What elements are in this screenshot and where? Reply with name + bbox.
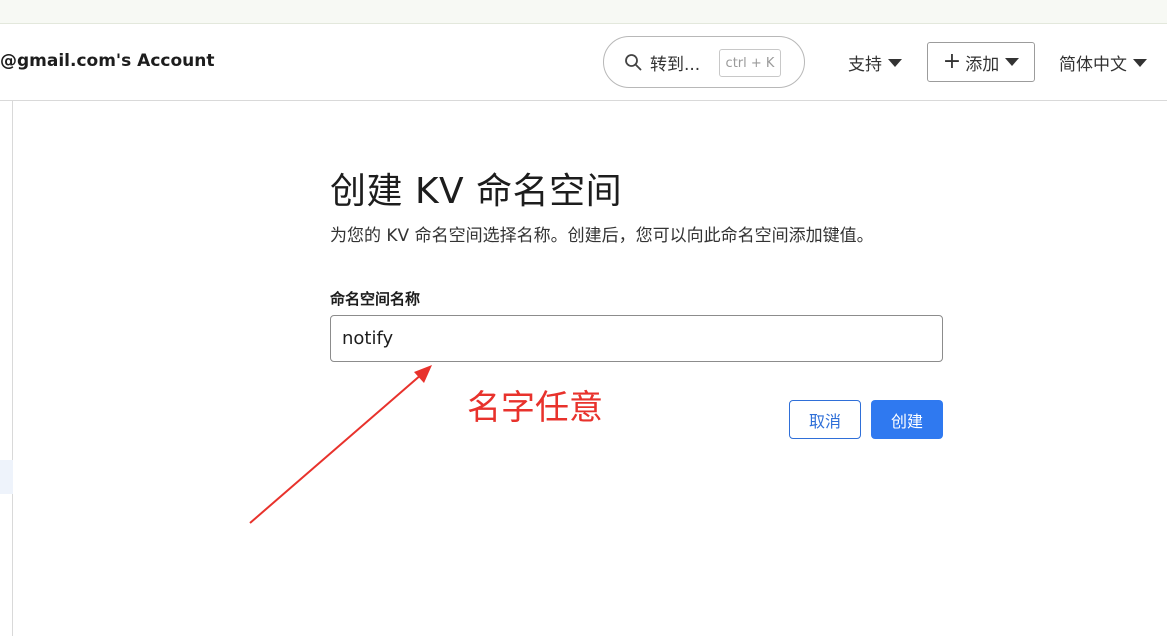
annotation-text: 名字任意 [467, 388, 603, 428]
top-header: @gmail.com's Account 转到... ctrl + K 支持 +… [0, 24, 1167, 101]
search-placeholder: 转到... [650, 54, 701, 75]
support-menu[interactable]: 支持 [848, 50, 902, 75]
support-label: 支持 [848, 55, 882, 75]
sidebar-edge [0, 101, 13, 636]
chevron-down-icon [1133, 58, 1147, 67]
create-button[interactable]: 创建 [871, 400, 943, 439]
page-description: 为您的 KV 命名空间选择名称。创建后，您可以向此命名空间添加键值。 [330, 226, 874, 246]
cancel-button[interactable]: 取消 [789, 400, 861, 439]
sidebar-item-active[interactable] [0, 460, 13, 494]
language-selector[interactable]: 简体中文 [1059, 50, 1147, 75]
language-label: 简体中文 [1059, 55, 1127, 75]
namespace-name-input[interactable] [330, 315, 943, 362]
page-title: 创建 KV 命名空间 [330, 171, 623, 212]
plus-icon: + [942, 49, 962, 74]
add-button[interactable]: + 添加 [927, 42, 1035, 82]
search-icon [625, 54, 642, 71]
search-button[interactable]: 转到... ctrl + K [603, 36, 805, 88]
chevron-down-icon [888, 58, 902, 67]
account-name[interactable]: @gmail.com's Account [0, 51, 215, 71]
browser-top-strip [0, 0, 1167, 24]
search-shortcut-badge: ctrl + K [719, 49, 781, 77]
add-label: 添加 [965, 54, 1000, 75]
chevron-down-icon [1005, 58, 1020, 66]
namespace-name-label: 命名空间名称 [330, 290, 421, 308]
